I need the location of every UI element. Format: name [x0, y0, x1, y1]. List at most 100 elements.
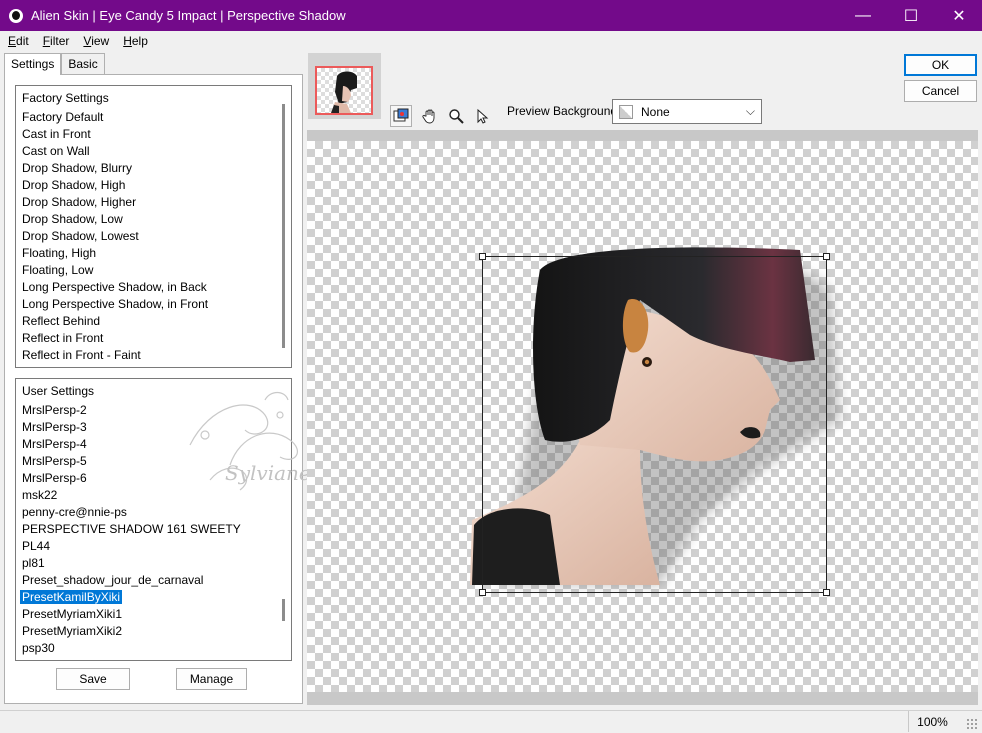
transparency-swatch-icon — [619, 104, 633, 119]
title-bar: Alien Skin | Eye Candy 5 Impact | Perspe… — [0, 0, 982, 31]
user-item-label: MrslPersp-3 — [22, 420, 87, 434]
status-bar — [0, 710, 982, 733]
menu-view[interactable]: View — [75, 34, 115, 48]
user-item-label: penny-cre@nnie-ps — [22, 505, 127, 519]
factory-list-item[interactable]: Long Perspective Shadow, in Back — [16, 279, 291, 296]
user-list-item[interactable]: PresetKamilByXiki — [16, 589, 291, 606]
factory-item-label: Reflect Behind — [22, 314, 101, 328]
user-item-label: MrslPersp-5 — [22, 454, 87, 468]
factory-list-item[interactable]: Long Perspective Shadow, in Front — [16, 296, 291, 313]
factory-list-item[interactable]: Reflect Behind — [16, 313, 291, 330]
user-list-item[interactable]: psp30 — [16, 640, 291, 657]
user-list-item[interactable]: pl81 — [16, 555, 291, 572]
factory-settings-list[interactable]: Factory Settings Factory Default Cast in … — [15, 85, 292, 368]
user-item-label: PL44 — [22, 539, 51, 553]
preview-top-border — [307, 130, 978, 141]
user-item-label: PresetMyriamXiki1 — [22, 607, 123, 621]
factory-list-item[interactable]: Reflect in Front — [16, 330, 291, 347]
chevron-down-icon: ⌵ — [745, 104, 755, 118]
preview-background-select[interactable]: None ⌵ — [612, 99, 762, 124]
factory-list-item[interactable]: Drop Shadow, Blurry — [16, 160, 291, 177]
user-list-item[interactable]: PresetMyriamXiki2 — [16, 623, 291, 640]
user-item-label: PresetKamilByXiki — [20, 590, 123, 604]
menu-help[interactable]: Help — [115, 34, 154, 48]
factory-items: Factory Default Cast in Front Cast on Wall… — [16, 109, 291, 364]
handle-bottom-right[interactable] — [823, 589, 830, 596]
ok-button[interactable]: OK — [904, 54, 977, 76]
factory-scrollbar[interactable] — [282, 104, 285, 348]
user-settings-list[interactable]: User Settings MrslPersp-2 MrslPersp-3 Mrsl… — [15, 378, 292, 661]
preview-background-value: None — [641, 104, 670, 119]
user-item-label: pl81 — [22, 556, 45, 570]
factory-item-label: Drop Shadow, High — [22, 178, 126, 192]
handle-top-left[interactable] — [479, 253, 486, 260]
user-item-label: PERSPECTIVE SHADOW 161 SWEETY — [22, 522, 241, 536]
menu-edit[interactable]: Edit — [0, 34, 35, 48]
factory-item-label: Floating, High — [22, 246, 97, 260]
resize-grip-icon[interactable] — [966, 718, 978, 730]
zoom-icon[interactable] — [445, 105, 467, 127]
user-list-item[interactable]: PresetMyriamXiki1 — [16, 606, 291, 623]
preview-background-label: Preview Background: — [507, 104, 621, 118]
selection-frame[interactable] — [479, 253, 830, 596]
factory-item-label: Cast on Wall — [22, 144, 90, 158]
factory-list-item[interactable]: Cast on Wall — [16, 143, 291, 160]
factory-item-label: Drop Shadow, Lowest — [22, 229, 139, 243]
navigator-icon[interactable] — [390, 105, 412, 127]
tab-settings[interactable]: Settings — [4, 53, 62, 75]
factory-item-label: Reflect in Front - Faint — [22, 348, 141, 362]
manage-button[interactable]: Manage — [176, 668, 247, 690]
handle-bottom-left[interactable] — [479, 589, 486, 596]
factory-item-label: Long Perspective Shadow, in Front — [22, 297, 209, 311]
tab-basic[interactable]: Basic — [61, 53, 105, 75]
preview-canvas[interactable] — [307, 141, 978, 692]
user-list-item[interactable]: MrslPersp-6 — [16, 470, 291, 487]
user-list-item[interactable]: msk22 — [16, 487, 291, 504]
user-list-item[interactable]: MrslPersp-5 — [16, 453, 291, 470]
zoom-level: 100% — [908, 711, 956, 732]
settings-tabs: Settings Basic — [4, 53, 105, 75]
save-button[interactable]: Save — [56, 668, 130, 690]
factory-list-item[interactable]: Drop Shadow, Lowest — [16, 228, 291, 245]
hand-icon[interactable] — [419, 105, 441, 127]
user-item-label: psp30 — [22, 641, 55, 655]
factory-item-label: Cast in Front — [22, 127, 91, 141]
user-list-item[interactable]: Preset_shadow_jour_de_carnaval — [16, 572, 291, 589]
user-list-item[interactable]: PERSPECTIVE SHADOW 161 SWEETY — [16, 521, 291, 538]
user-item-label: msk22 — [22, 488, 58, 502]
user-list-item[interactable]: MrslPersp-4 — [16, 436, 291, 453]
user-items: MrslPersp-2 MrslPersp-3 MrslPersp-4 MrslPer… — [16, 402, 291, 657]
maximize-button[interactable]: ☐ — [888, 0, 934, 31]
user-item-label: Preset_shadow_jour_de_carnaval — [22, 573, 204, 587]
pointer-icon[interactable] — [471, 105, 493, 127]
factory-list-item[interactable]: Floating, High — [16, 245, 291, 262]
user-scrollbar[interactable] — [282, 599, 285, 621]
navigator-thumbnail[interactable] — [308, 53, 381, 119]
user-list-item[interactable]: penny-cre@nnie-ps — [16, 504, 291, 521]
factory-item-label: Factory Default — [22, 110, 104, 124]
factory-list-item[interactable]: Factory Default — [16, 109, 291, 126]
factory-item-label: Drop Shadow, Low — [22, 212, 123, 226]
factory-list-item[interactable]: Cast in Front — [16, 126, 291, 143]
factory-list-item[interactable]: Reflect in Front - Faint — [16, 347, 291, 364]
menu-filter[interactable]: Filter — [35, 34, 76, 48]
factory-item-label: Long Perspective Shadow, in Back — [22, 280, 207, 294]
user-item-label: MrslPersp-2 — [22, 403, 87, 417]
user-list-item[interactable]: MrslPersp-2 — [16, 402, 291, 419]
factory-item-label: Drop Shadow, Higher — [22, 195, 137, 209]
user-list-item[interactable]: PL44 — [16, 538, 291, 555]
cancel-button[interactable]: Cancel — [904, 80, 977, 102]
preview-bottom-border — [307, 692, 978, 705]
minimize-button[interactable]: — — [840, 0, 886, 31]
factory-list-item[interactable]: Drop Shadow, Higher — [16, 194, 291, 211]
factory-list-item[interactable]: Drop Shadow, Low — [16, 211, 291, 228]
close-button[interactable]: ✕ — [936, 0, 982, 31]
user-item-label: MrslPersp-6 — [22, 471, 87, 485]
handle-top-right[interactable] — [823, 253, 830, 260]
user-settings-header: User Settings — [22, 384, 95, 398]
user-item-label: PresetMyriamXiki2 — [22, 624, 123, 638]
user-list-item[interactable]: MrslPersp-3 — [16, 419, 291, 436]
factory-list-item[interactable]: Drop Shadow, High — [16, 177, 291, 194]
user-item-label: MrslPersp-4 — [22, 437, 87, 451]
factory-list-item[interactable]: Floating, Low — [16, 262, 291, 279]
